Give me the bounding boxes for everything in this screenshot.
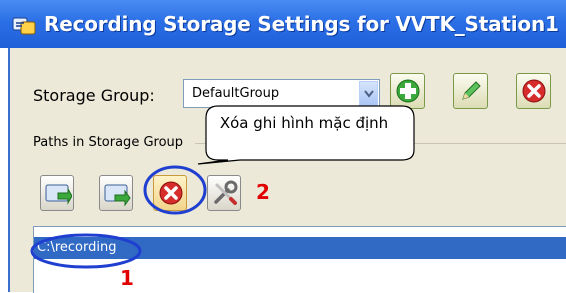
dropdown-arrow-button[interactable]: [359, 81, 378, 106]
app-icon: [12, 14, 36, 36]
delete-path-icon: [159, 181, 183, 205]
add-group-button[interactable]: [390, 73, 425, 109]
path-item-label: C:\recording: [37, 240, 117, 255]
list-item[interactable]: C:\recording: [34, 237, 566, 259]
window-title: Recording Storage Settings for VVTK_Stat…: [44, 12, 559, 36]
add-icon: [396, 79, 420, 103]
delete-path-button[interactable]: [153, 175, 187, 211]
settings-tools-icon: [214, 180, 238, 205]
storage-group-select[interactable]: DefaultGroup: [183, 79, 380, 108]
storage-group-value: DefaultGroup: [192, 86, 280, 101]
edit-group-button[interactable]: [453, 73, 488, 109]
paths-list[interactable]: C:\recording: [33, 226, 566, 293]
title-bar[interactable]: Recording Storage Settings for VVTK_Stat…: [0, 0, 566, 48]
paths-group-label: Paths in Storage Group: [33, 135, 184, 150]
delete-group-button[interactable]: [516, 73, 551, 109]
callout-text: Xóa ghi hình mặc định: [219, 114, 389, 132]
step-marker-2: 2: [256, 180, 270, 204]
step-marker-1: 1: [120, 266, 134, 290]
edit-icon: [462, 81, 481, 100]
delete-icon: [522, 79, 546, 103]
import-path-button[interactable]: [99, 175, 133, 211]
group-divider: [195, 143, 566, 144]
storage-group-label: Storage Group:: [33, 86, 155, 105]
import-path-icon: [104, 184, 131, 207]
chevron-down-icon: [364, 90, 374, 98]
settings-tools-button[interactable]: [207, 175, 241, 211]
add-path-icon: [45, 184, 72, 205]
add-path-button[interactable]: [40, 175, 74, 211]
storage-settings-window: Recording Storage Settings for VVTK_Stat…: [0, 0, 566, 293]
